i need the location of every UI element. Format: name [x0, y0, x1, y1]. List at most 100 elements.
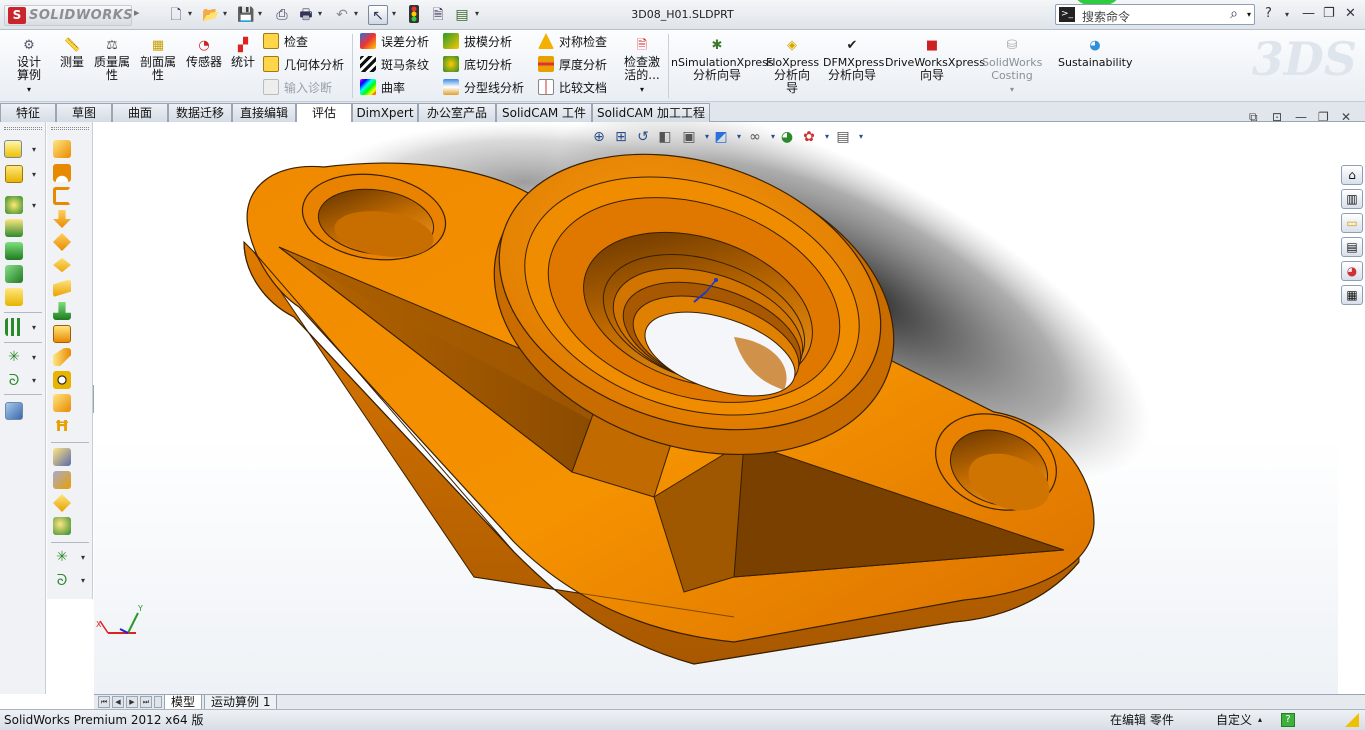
status-units[interactable]: 自定义 — [1216, 710, 1252, 730]
tool-dropdown-icon[interactable]: ▾ — [32, 376, 36, 385]
previous-view-icon[interactable]: ↺ — [634, 128, 652, 146]
zebra-stripes-button[interactable]: 斑马条纹 — [360, 55, 429, 75]
rebuild-icon[interactable] — [404, 5, 424, 25]
print-icon[interactable]: 🖶 — [296, 5, 316, 25]
dfmxpress-button[interactable]: ✔ DFMXpress 分析向导 — [823, 34, 884, 82]
solidworks-logo[interactable]: S SOLIDWORKS — [4, 5, 133, 26]
new-document-dropdown[interactable]: ▾ — [188, 9, 192, 18]
print-setup-icon[interactable]: ⎙ — [272, 5, 292, 25]
print-dropdown[interactable]: ▾ — [318, 9, 322, 18]
graphics-area[interactable] — [94, 122, 1338, 694]
section-view-icon[interactable]: ◧ — [656, 128, 674, 146]
move-copy-body-icon[interactable] — [53, 517, 71, 535]
resize-grip-icon[interactable] — [1345, 713, 1359, 727]
geometry-analysis-button[interactable]: 几何体分析 — [263, 55, 344, 75]
tab-evaluate[interactable]: 评估 — [296, 103, 352, 124]
view-settings-icon[interactable]: ▤ — [834, 128, 852, 146]
undercut-analysis-button[interactable]: 底切分析 — [443, 55, 512, 75]
tile-icon[interactable]: ⧉ — [1249, 110, 1258, 125]
delete-face-icon[interactable] — [53, 471, 71, 489]
chamfer-icon[interactable] — [5, 265, 23, 283]
restore-icon[interactable]: ❐ — [1323, 6, 1335, 21]
help-dropdown-icon[interactable]: ▾ — [1285, 10, 1289, 19]
check-active-document-button[interactable]: 🗎 检查激活的... ▾ — [620, 34, 664, 96]
draft-analysis-button[interactable]: 拔模分析 — [443, 32, 512, 52]
tab-features[interactable]: 特征 — [0, 103, 56, 122]
combine-icon[interactable] — [53, 371, 71, 389]
measure-button[interactable]: 📏 测量 — [56, 34, 88, 69]
view-orientation-icon[interactable]: ▣ — [680, 128, 698, 146]
part-3d-model[interactable] — [94, 122, 1338, 694]
toolbar-grip[interactable] — [51, 127, 89, 130]
units-dropdown-icon[interactable]: ▴ — [1258, 710, 1262, 730]
doc-restore-icon[interactable]: ❐ — [1318, 110, 1329, 124]
swept-boss-icon[interactable] — [5, 196, 23, 214]
shell-icon[interactable] — [53, 257, 71, 273]
open-dropdown[interactable]: ▾ — [223, 9, 227, 18]
toolbar-grip[interactable] — [4, 127, 42, 130]
quick-tips-icon[interactable]: ? — [1281, 713, 1295, 727]
import-diagnostics-button[interactable]: 输入诊断 — [263, 78, 332, 98]
deviation-analysis-button[interactable]: 误差分析 — [360, 32, 429, 52]
tab-model[interactable]: 模型 — [164, 695, 203, 710]
parting-line-analysis-button[interactable]: 分型线分析 — [443, 78, 524, 98]
compare-documents-button[interactable]: 比较文档 — [538, 78, 607, 98]
edit-appearance-icon[interactable]: ◕ — [778, 128, 796, 146]
options-dropdown[interactable]: ▾ — [475, 9, 479, 18]
helix-icon[interactable]: ᘐ — [53, 571, 71, 589]
select-icon[interactable]: ↖ — [368, 5, 388, 25]
flex-icon[interactable] — [53, 348, 71, 366]
hide-show-items-icon[interactable]: ∞ — [746, 128, 764, 146]
linear-pattern-icon[interactable] — [5, 318, 23, 336]
new-document-icon[interactable]: 🗋 — [166, 5, 186, 25]
undo-dropdown[interactable]: ▾ — [354, 9, 358, 18]
tab-dimxpert[interactable]: DimXpert — [352, 103, 418, 122]
select-dropdown[interactable]: ▾ — [392, 9, 396, 18]
hole-wizard-icon[interactable] — [53, 233, 71, 251]
wrap-icon[interactable] — [53, 325, 71, 343]
prev-tab-icon[interactable]: ◀ — [112, 696, 124, 708]
check-button[interactable]: 检查 — [263, 32, 308, 52]
open-icon[interactable]: 📂 — [201, 5, 221, 25]
statistics-button[interactable]: ▞ 统计 — [228, 34, 258, 69]
tool-dropdown-icon[interactable]: ▾ — [32, 201, 36, 210]
zoom-to-area-icon[interactable]: ⊞ — [612, 128, 630, 146]
options-icon[interactable]: ▤ — [452, 5, 472, 25]
curvature-button[interactable]: 曲率 — [360, 78, 405, 98]
sensors-button[interactable]: ◔ 传感器 — [184, 34, 224, 69]
search-box[interactable]: >_ 搜索命令 ⌕ ▾ — [1055, 4, 1255, 25]
replace-face-icon[interactable] — [53, 494, 71, 512]
next-tab-icon[interactable]: ▶ — [126, 696, 138, 708]
split-view-icon[interactable]: ⊡ — [1272, 110, 1282, 124]
sustainability-button[interactable]: ◕ Sustainability — [1058, 34, 1132, 69]
extruded-cut-icon[interactable] — [53, 140, 71, 158]
intersect-icon[interactable] — [53, 394, 71, 412]
tab-motion-study[interactable]: 运动算例 1 — [204, 695, 278, 710]
rib-icon[interactable] — [5, 288, 23, 306]
tab-surfaces[interactable]: 曲面 — [112, 103, 168, 122]
first-tab-icon[interactable]: ⏮ — [98, 696, 110, 708]
tab-solidcam-machining[interactable]: SolidCAM 加工工程 — [592, 103, 710, 122]
tab-office-products[interactable]: 办公室产品 — [418, 103, 496, 122]
lofted-cut-icon[interactable] — [53, 210, 71, 228]
section-properties-button[interactable]: ▦ 剖面属性 — [136, 34, 180, 82]
save-dropdown[interactable]: ▾ — [258, 9, 262, 18]
tool-dropdown-icon[interactable]: ▾ — [32, 170, 36, 179]
undo-icon[interactable]: ↶ — [332, 5, 352, 25]
revolved-cut-icon[interactable] — [53, 164, 71, 182]
floxpress-button[interactable]: ◈ FloXpress 分析向 导 — [766, 34, 819, 95]
symmetry-check-button[interactable]: 对称检查 — [538, 32, 607, 52]
mass-properties-button[interactable]: ⚖ 质量属性 — [90, 34, 134, 82]
reference-geometry-icon[interactable]: ✳ — [5, 348, 23, 366]
view-settings-dropdown-icon[interactable]: ▾ — [852, 128, 870, 146]
custom-properties-icon[interactable]: ▦ — [1341, 285, 1363, 305]
menu-expand-icon[interactable]: ▸ — [134, 6, 140, 19]
zoom-to-fit-icon[interactable]: ⊕ — [590, 128, 608, 146]
display-style-icon[interactable]: ◩ — [712, 128, 730, 146]
file-properties-icon[interactable]: 🗎 — [428, 5, 448, 25]
instant3d-icon[interactable] — [5, 402, 23, 420]
design-study-dropdown-icon[interactable]: ▾ — [27, 85, 31, 94]
tool-dropdown-icon[interactable]: ▾ — [81, 553, 85, 562]
thickness-analysis-button[interactable]: 厚度分析 — [538, 55, 607, 75]
revolved-boss-icon[interactable] — [5, 165, 23, 183]
